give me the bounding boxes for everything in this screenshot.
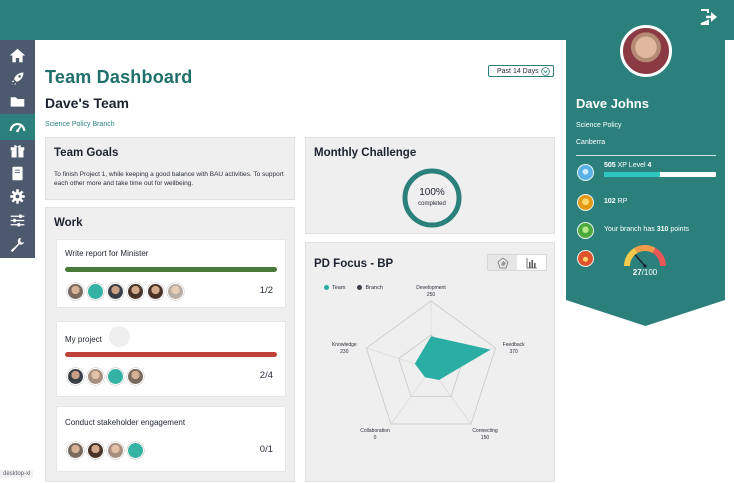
- task-assignees: [67, 442, 144, 459]
- avatar[interactable]: [67, 283, 84, 300]
- profile-name: Dave Johns: [576, 96, 649, 111]
- branch-link[interactable]: Science Policy Branch: [45, 121, 115, 128]
- avatar[interactable]: [127, 368, 144, 385]
- sliders-icon[interactable]: [7, 210, 27, 230]
- xp-stat: 505 XP Level 4: [604, 162, 652, 169]
- team-goals-title: Team Goals: [54, 147, 119, 159]
- task-name: My project: [65, 335, 102, 344]
- dashboard-gauge-icon[interactable]: [0, 114, 35, 140]
- avatar[interactable]: [107, 283, 124, 300]
- task-count: 1/2: [259, 285, 273, 296]
- diamond-icon: [577, 164, 594, 181]
- book-icon[interactable]: [7, 163, 27, 183]
- avatar[interactable]: [87, 368, 104, 385]
- gauge-arc-segment: [634, 245, 656, 254]
- pd-focus-card: PD Focus - BP Team Branch Development 250…: [305, 242, 555, 482]
- battery-icon: [577, 222, 594, 239]
- profile-content: Dave Johns Science Policy Canberra 505 X…: [566, 0, 725, 326]
- radar-series-team: [414, 336, 491, 381]
- page-title: Team Dashboard: [45, 67, 193, 87]
- avatar[interactable]: [67, 442, 84, 459]
- task-card[interactable]: Write report for Minister 1/2: [56, 239, 286, 308]
- sidebar-nav: [0, 40, 35, 258]
- task-assignees: [67, 283, 184, 300]
- radar-chart: [365, 300, 497, 425]
- gauge-meter: [624, 245, 666, 268]
- avatar[interactable]: [67, 368, 84, 385]
- gift-icon[interactable]: [7, 141, 27, 161]
- chevron-down-icon: [541, 67, 550, 76]
- team-name: Dave's Team: [45, 95, 130, 111]
- profile-avatar[interactable]: [620, 25, 672, 77]
- avatar[interactable]: [147, 283, 164, 300]
- gauge-value: 27/100: [632, 268, 658, 277]
- work-title: Work: [54, 217, 83, 229]
- folder-icon[interactable]: [7, 91, 27, 111]
- task-card[interactable]: My project 2/4: [56, 321, 286, 397]
- gauge-needle: [634, 254, 646, 267]
- gauge-arc-segment: [624, 247, 638, 267]
- coins-icon: [577, 194, 594, 211]
- radar-axis-label: Feedback 370: [502, 341, 525, 355]
- rp-stat: 102 RP: [604, 198, 628, 205]
- viewport-tag: desktop-xl: [0, 470, 34, 478]
- period-select[interactable]: Past 14 Days: [488, 65, 554, 77]
- fire-icon: [577, 250, 594, 267]
- task-name: Conduct stakeholder engagement: [65, 418, 186, 427]
- challenge-label: completed: [418, 201, 446, 207]
- challenge-percent: 100%: [419, 187, 445, 198]
- avatar[interactable]: [87, 442, 104, 459]
- monthly-challenge-card: Monthly Challenge 100% completed: [305, 137, 555, 234]
- task-card[interactable]: Conduct stakeholder engagement 0/1: [56, 406, 286, 472]
- task-name: Write report for Minister: [65, 249, 149, 258]
- avatar[interactable]: [167, 283, 184, 300]
- avatar[interactable]: [127, 442, 144, 459]
- xp-progress-bar: [604, 172, 716, 177]
- radar-axis-label: Collaboration 0: [360, 428, 390, 441]
- task-progress-bar: [65, 267, 277, 272]
- work-card: Work Write report for Minister 1/2 My pr…: [45, 207, 295, 482]
- monthly-challenge-title: Monthly Challenge: [314, 147, 417, 159]
- avatar[interactable]: [107, 442, 124, 459]
- avatar[interactable]: [127, 283, 144, 300]
- avatar: [109, 326, 130, 347]
- home-icon[interactable]: [7, 45, 27, 65]
- radar-axis-label: Knowledge 230: [331, 341, 357, 355]
- profile-department: Science Policy: [576, 122, 622, 129]
- challenge-progress-ring: 100% completed: [402, 168, 462, 228]
- team-goals-text: To finish Project 1, while keeping a goo…: [54, 171, 284, 187]
- period-select-value: Past 14 Days: [497, 67, 539, 75]
- task-count: 2/4: [259, 370, 273, 381]
- radar-axis-label: Connecting 150: [472, 428, 498, 441]
- radar-axis-label: Development 250: [416, 285, 446, 298]
- wrench-icon[interactable]: [7, 234, 27, 254]
- task-progress-bar: [65, 352, 277, 357]
- rocket-icon[interactable]: [7, 68, 27, 88]
- team-goals-card: Team Goals To finish Project 1, while ke…: [45, 137, 295, 200]
- task-assignees: [67, 368, 144, 385]
- branch-points-stat: Your branch has 310 points: [604, 226, 690, 233]
- profile-divider: [576, 155, 716, 156]
- gear-icon[interactable]: [7, 186, 27, 206]
- task-count: 0/1: [259, 444, 273, 455]
- logout-icon[interactable]: [700, 9, 718, 25]
- avatar[interactable]: [107, 368, 124, 385]
- avatar[interactable]: [87, 283, 104, 300]
- profile-city: Canberra: [576, 139, 606, 146]
- gauge-arc-segment: [652, 247, 666, 267]
